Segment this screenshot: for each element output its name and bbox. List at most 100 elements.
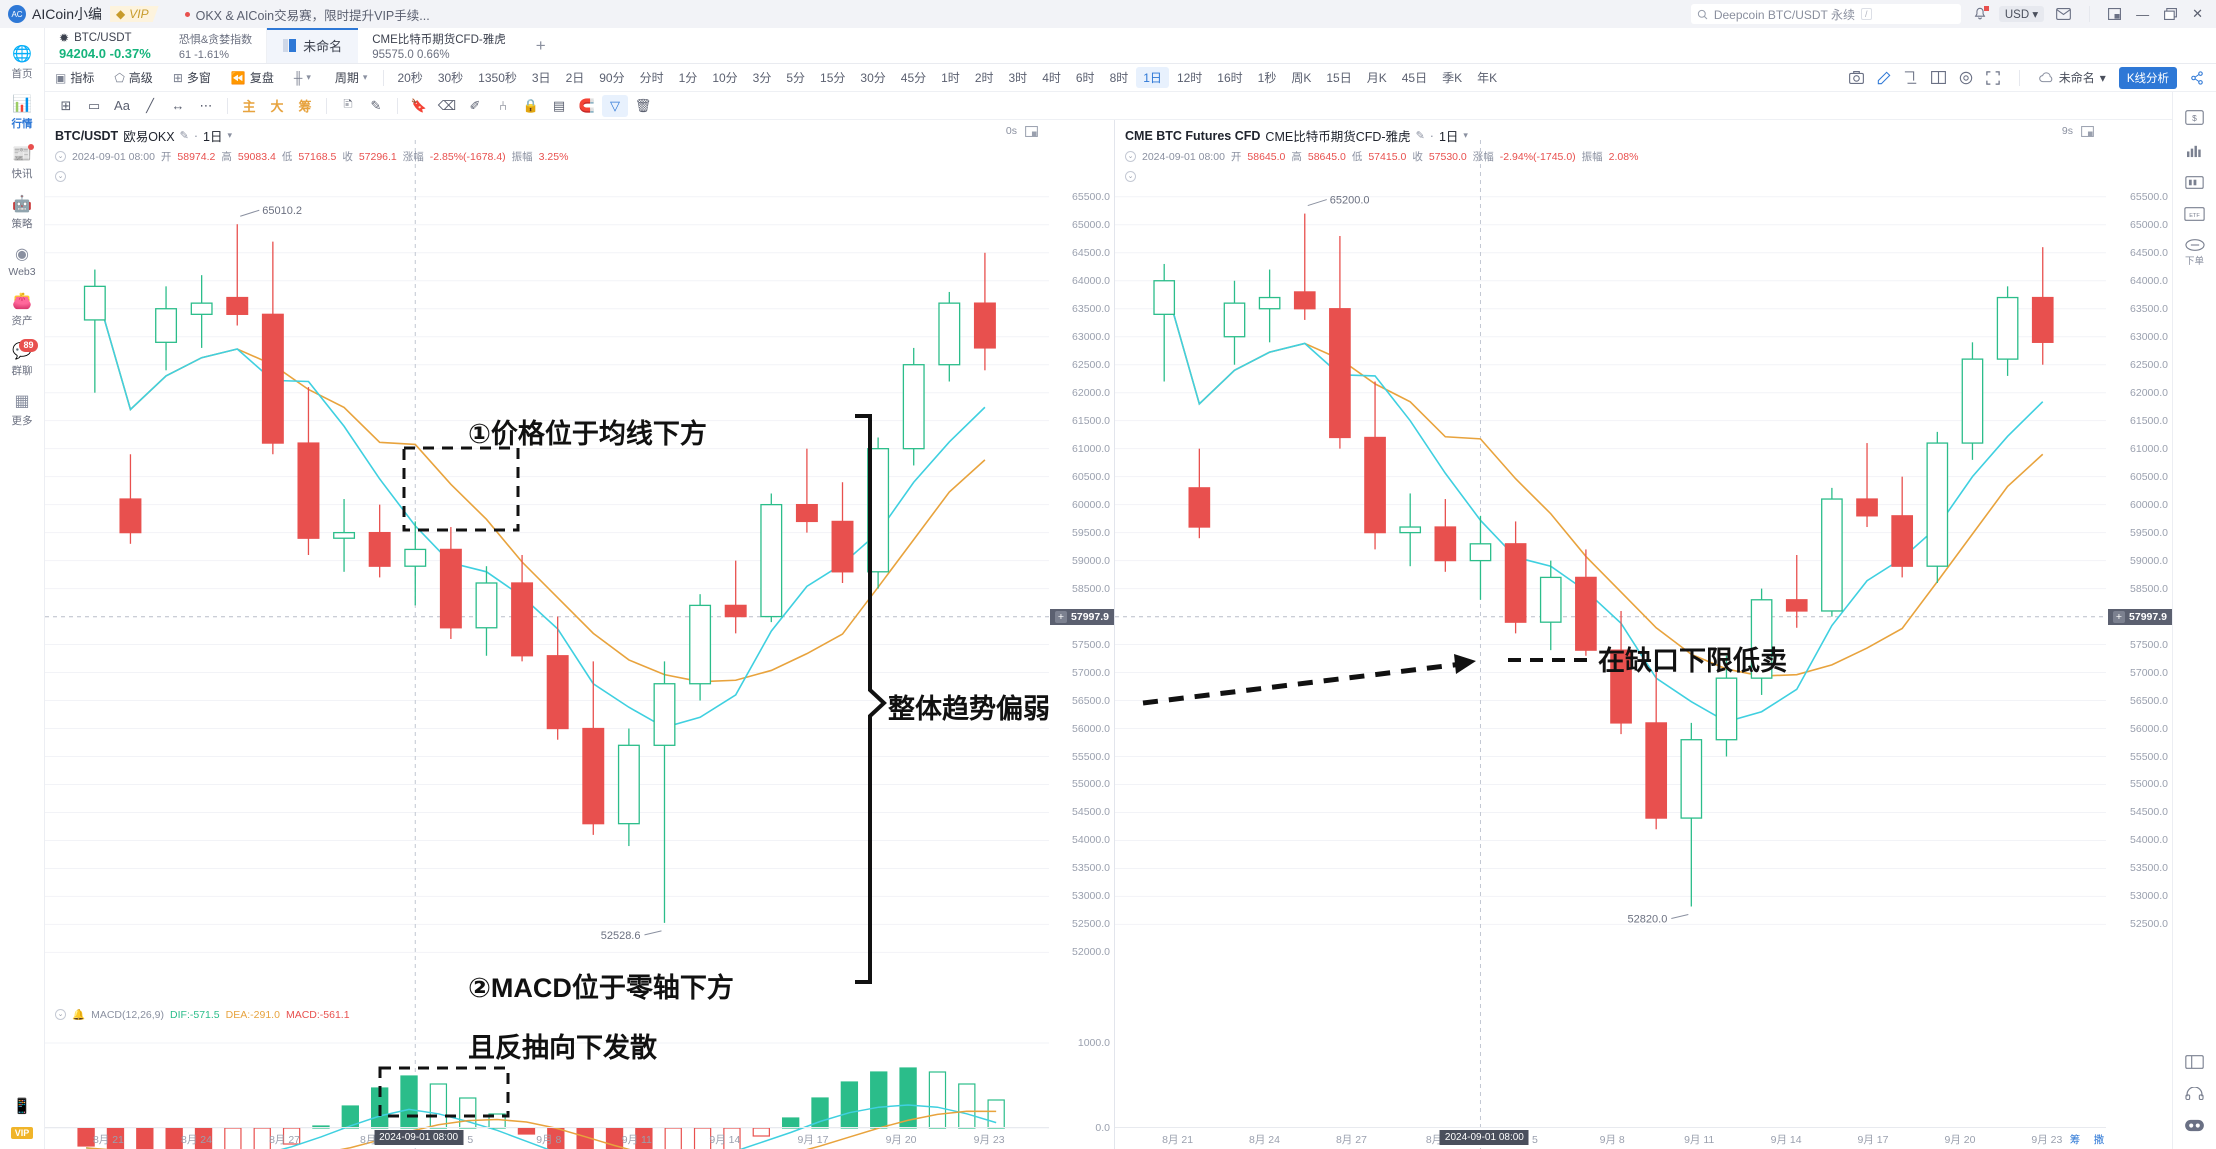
period-15日[interactable]: 15日 <box>1319 67 1358 88</box>
current-price-tag[interactable]: +57997.9 <box>1049 608 1114 625</box>
price-tag-plus[interactable]: + <box>2112 610 2126 623</box>
pane-settings-icon[interactable] <box>1025 125 1038 137</box>
period-group-advanced-icon[interactable]: ⬠ 高级 <box>104 69 162 86</box>
period-6时[interactable]: 6时 <box>1069 67 1102 88</box>
trash-icon[interactable]: 🗑 <box>630 95 656 117</box>
minimize-icon[interactable]: — <box>2133 7 2152 22</box>
news-ticker[interactable]: OKX & AICoin交易赛，限时提升VIP手续... <box>184 5 430 24</box>
line-icon[interactable]: ╱ <box>137 95 163 117</box>
right-expand-icon[interactable]: ⌄ <box>1125 169 1638 182</box>
crosshair-icon[interactable]: ⊞ <box>53 95 79 117</box>
chevron-down-icon[interactable]: ▾ <box>363 72 368 83</box>
period-30分[interactable]: 30分 <box>853 67 892 88</box>
edit-icon[interactable]: ✎ <box>180 129 189 142</box>
pencil-icon[interactable] <box>1877 71 1891 85</box>
headset-icon[interactable] <box>2185 1087 2204 1100</box>
period-15分[interactable]: 15分 <box>813 67 852 88</box>
sidebar-item-home[interactable]: 🌐 首页 <box>0 38 45 88</box>
period-45日[interactable]: 45日 <box>1395 67 1434 88</box>
sidebar-mobile[interactable]: 📱 <box>13 1097 32 1115</box>
sidebar-vip[interactable]: VIP <box>10 1127 34 1139</box>
lock-icon[interactable]: 🔒 <box>518 95 544 117</box>
list-icon[interactable]: ▤ <box>546 95 572 117</box>
left-period-label[interactable]: 1日 <box>203 126 222 145</box>
period-group-period-icon[interactable]: 周期 ▾ <box>321 69 378 86</box>
period-1350秒[interactable]: 1350秒 <box>471 67 524 88</box>
sidebar-item-web3[interactable]: ◉ Web3 <box>0 238 45 285</box>
fear-greed-index[interactable]: 恐惧&贪婪指数 61 -1.61% <box>165 28 268 63</box>
period-group-candle-icon[interactable]: ╫ ▾ <box>284 71 321 85</box>
period-季K[interactable]: 季K <box>1435 67 1469 88</box>
chart-pane-right[interactable]: CME BTC Futures CFD CME比特币期货CFD-雅虎 ✎ · 1… <box>1115 120 2172 1149</box>
cloud-layout-selector[interactable]: 未命名 ▾ <box>2039 69 2106 86</box>
align-icon[interactable]: ⑃ <box>490 95 516 117</box>
pip-icon[interactable] <box>2108 8 2122 20</box>
chart-bars-icon[interactable] <box>2185 143 2204 158</box>
sidebar-item-more[interactable]: ▦ 更多 <box>0 385 45 435</box>
right-time-axis[interactable]: 8月 218月 248月 278月 39月 59月 89月 119月 149月 … <box>1115 1127 2106 1149</box>
chevron-down-icon[interactable]: ▾ <box>1463 130 1468 141</box>
chip-icon[interactable]: 筹 <box>292 95 318 117</box>
big-icon[interactable]: 大 <box>264 95 290 117</box>
period-30秒[interactable]: 30秒 <box>431 67 470 88</box>
period-group-replay-icon[interactable]: ⏪ 复盘 <box>221 69 284 86</box>
pen-star-icon[interactable]: ✎ <box>363 95 389 117</box>
quote-btc-usdt[interactable]: ✹ BTC/USDT 94204.0 -0.37% <box>45 28 165 63</box>
period-8时[interactable]: 8时 <box>1103 67 1136 88</box>
left-time-axis[interactable]: 8月 218月 248月 278月 39月 59月 89月 119月 149月 … <box>45 1127 1049 1149</box>
magnet-icon[interactable]: 🗈 <box>335 95 361 117</box>
currency-selector[interactable]: USD ▾ <box>1998 6 2045 22</box>
period-5分[interactable]: 5分 <box>779 67 812 88</box>
axis-extra-1[interactable]: 撒 <box>2094 1132 2105 1147</box>
period-年K[interactable]: 年K <box>1470 67 1504 88</box>
share-icon[interactable] <box>2190 70 2204 85</box>
vip-chip[interactable]: ◆ VIP <box>110 6 159 22</box>
period-月K[interactable]: 月K <box>1360 67 1394 88</box>
period-3时[interactable]: 3时 <box>1002 67 1035 88</box>
left-price-axis[interactable]: 65500.0 65000.0 64500.0 64000.0 63500.0 63000… <box>1048 120 1114 1149</box>
money-icon[interactable]: $ <box>2185 110 2204 125</box>
robot2-icon[interactable] <box>2184 1118 2205 1133</box>
period-90分[interactable]: 90分 <box>592 67 631 88</box>
calc-icon[interactable] <box>2185 176 2204 189</box>
settings-icon[interactable] <box>1959 71 1973 85</box>
right-price-axis[interactable]: 65500.0 65000.0 64500.0 64000.0 63500.0 63000… <box>2106 120 2172 1149</box>
right-chart-canvas[interactable]: 65200.0 52820.0 <box>1115 120 2172 1149</box>
bell-icon[interactable] <box>1973 6 1989 21</box>
fullscreen-icon[interactable] <box>1986 70 2000 85</box>
mail-icon[interactable] <box>2056 8 2071 20</box>
macd-collapse-icon[interactable]: ⌄ <box>55 1009 66 1020</box>
sidebar-item-market[interactable]: 📊 行情 <box>0 88 45 138</box>
camera-icon[interactable] <box>1848 71 1864 84</box>
period-10分[interactable]: 10分 <box>705 67 744 88</box>
period-12时[interactable]: 12时 <box>1170 67 1209 88</box>
add-tab-button[interactable]: + <box>520 28 562 63</box>
period-周K[interactable]: 周K <box>1284 67 1318 88</box>
collapse-icon[interactable]: ⌄ <box>1125 151 1136 162</box>
bookmark-icon[interactable]: 🔖 <box>406 95 432 117</box>
right-period-label[interactable]: 1日 <box>1439 126 1458 145</box>
close-icon[interactable]: ✕ <box>2189 6 2206 22</box>
period-1分[interactable]: 1分 <box>672 67 705 88</box>
period-4时[interactable]: 4时 <box>1035 67 1068 88</box>
sidebar-item-chat[interactable]: 💬 群聊 89 <box>0 335 45 385</box>
sidebar-item-strategy[interactable]: 🤖 策略 <box>0 188 45 238</box>
period-1时[interactable]: 1时 <box>934 67 967 88</box>
price-tag-plus[interactable]: + <box>1054 610 1068 623</box>
chevron-down-icon[interactable]: ▾ <box>306 72 311 83</box>
eraser-icon[interactable]: ⌫ <box>434 95 460 117</box>
order-icon[interactable]: 下单 <box>2184 239 2205 267</box>
period-2时[interactable]: 2时 <box>968 67 1001 88</box>
period-45分[interactable]: 45分 <box>894 67 933 88</box>
layout-icon[interactable] <box>1930 71 1946 84</box>
sidebar-item-assets[interactable]: 👛 资产 <box>0 285 45 335</box>
kline-analysis-button[interactable]: K线分析 <box>2118 66 2177 89</box>
text-icon[interactable]: Aa <box>109 95 135 117</box>
period-2日[interactable]: 2日 <box>559 67 592 88</box>
panel-icon[interactable] <box>2185 1055 2204 1069</box>
tab-unnamed[interactable]: 未命名 <box>267 28 359 63</box>
period-20秒[interactable]: 20秒 <box>390 67 429 88</box>
draw-icon[interactable]: ✐ <box>462 95 488 117</box>
etf-icon[interactable]: ETF <box>2184 207 2205 221</box>
edit-icon[interactable]: ✎ <box>1416 129 1425 142</box>
